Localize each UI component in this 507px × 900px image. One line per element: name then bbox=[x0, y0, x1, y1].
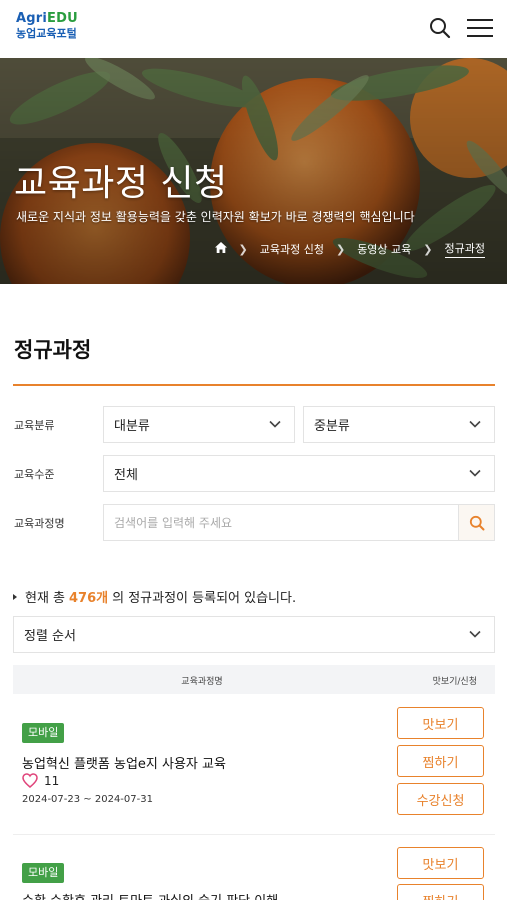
search-icon[interactable] bbox=[428, 16, 452, 40]
hero-subtitle: 새로운 지식과 정보 활용능력을 갖춘 인력자원 확보가 바로 경쟁력의 핵심입… bbox=[16, 210, 415, 224]
level-label: 교육수준 bbox=[14, 468, 55, 481]
wishlist-button[interactable]: 찜하기 bbox=[397, 884, 484, 900]
mobile-badge: 모바일 bbox=[22, 723, 65, 743]
heart-icon[interactable] bbox=[22, 773, 38, 788]
wishlist-button[interactable]: 찜하기 bbox=[397, 745, 484, 777]
like-count: 11 bbox=[22, 773, 59, 788]
course-dates: 2024-07-23 ~ 2024-07-31 bbox=[22, 794, 153, 805]
course-name-label: 교육과정명 bbox=[14, 517, 65, 530]
course-search-input[interactable]: 검색어를 입력해 주세요 bbox=[103, 504, 459, 541]
bullet-triangle-icon bbox=[13, 593, 17, 600]
column-header-course-name: 교육과정명 bbox=[181, 677, 223, 687]
row-divider bbox=[13, 834, 495, 835]
hamburger-menu-icon[interactable] bbox=[466, 16, 494, 40]
hero-title: 교육과정 신청 bbox=[14, 163, 228, 204]
major-category-select[interactable]: 대분류 bbox=[103, 406, 295, 443]
home-icon[interactable] bbox=[214, 242, 227, 256]
table-header: 교육과정명 맛보기/신청 bbox=[13, 665, 495, 694]
major-category-value: 대분류 bbox=[114, 419, 150, 434]
sort-order-select[interactable]: 정렬 순서 bbox=[13, 616, 495, 653]
minor-category-select[interactable]: 중분류 bbox=[303, 406, 495, 443]
mobile-badge: 모바일 bbox=[22, 863, 65, 883]
preview-button[interactable]: 맛보기 bbox=[397, 847, 484, 879]
result-count: 현재 총 476개 의 정규과정이 등록되어 있습니다. bbox=[13, 587, 296, 606]
chevron-down-icon bbox=[469, 420, 481, 428]
sort-order-value: 정렬 순서 bbox=[24, 629, 76, 644]
site-header: AgriEDU 농업교육포털 bbox=[0, 0, 507, 58]
chevron-right-icon: ❯ bbox=[423, 242, 433, 256]
like-count-value: 11 bbox=[44, 773, 60, 788]
chevron-right-icon: ❯ bbox=[335, 242, 346, 256]
level-value: 전체 bbox=[114, 468, 138, 483]
course-title[interactable]: 농업혁신 플랫폼 농업e지 사용자 교육 bbox=[22, 753, 226, 772]
logo-edu: EDU bbox=[47, 11, 78, 26]
chevron-right-icon: ❯ bbox=[238, 242, 248, 256]
site-logo[interactable]: AgriEDU 농업교육포털 bbox=[16, 11, 78, 41]
page-title: 정규과정 bbox=[14, 338, 92, 362]
breadcrumb-item-regular[interactable]: 정규과정 bbox=[444, 240, 485, 258]
column-header-actions: 맛보기/신청 bbox=[432, 677, 477, 687]
search-placeholder: 검색어를 입력해 주세요 bbox=[114, 516, 233, 530]
search-button[interactable] bbox=[458, 504, 495, 541]
preview-button[interactable]: 맛보기 bbox=[397, 707, 484, 739]
search-icon bbox=[469, 515, 484, 530]
logo-subtitle: 농업교육포털 bbox=[16, 27, 77, 40]
chevron-down-icon bbox=[469, 469, 481, 477]
count-number: 476개 bbox=[69, 591, 109, 606]
chevron-down-icon bbox=[469, 630, 481, 638]
minor-category-value: 중분류 bbox=[314, 419, 350, 434]
title-divider bbox=[13, 384, 495, 386]
category-label: 교육분류 bbox=[14, 419, 55, 432]
count-suffix: 의 정규과정이 등록되어 있습니다. bbox=[112, 591, 297, 606]
hero-banner: 교육과정 신청 새로운 지식과 정보 활용능력을 갖춘 인력자원 확보가 바로 … bbox=[0, 58, 507, 284]
course-title[interactable]: 수확 수확후 관리 토마토 과실의 숙기 판단 이해 bbox=[22, 890, 278, 900]
chevron-down-icon bbox=[269, 420, 281, 428]
breadcrumb-item-video[interactable]: 동영상 교육 bbox=[357, 241, 411, 257]
logo-agri: Agri bbox=[16, 11, 48, 26]
breadcrumb-item-course-apply[interactable]: 교육과정 신청 bbox=[260, 241, 324, 257]
level-select[interactable]: 전체 bbox=[103, 455, 495, 492]
count-prefix: 현재 총 bbox=[25, 591, 66, 606]
enroll-button[interactable]: 수강신청 bbox=[397, 783, 484, 815]
breadcrumb: ❯ 교육과정 신청 ❯ 동영상 교육 ❯ 정규과정 bbox=[214, 240, 485, 258]
